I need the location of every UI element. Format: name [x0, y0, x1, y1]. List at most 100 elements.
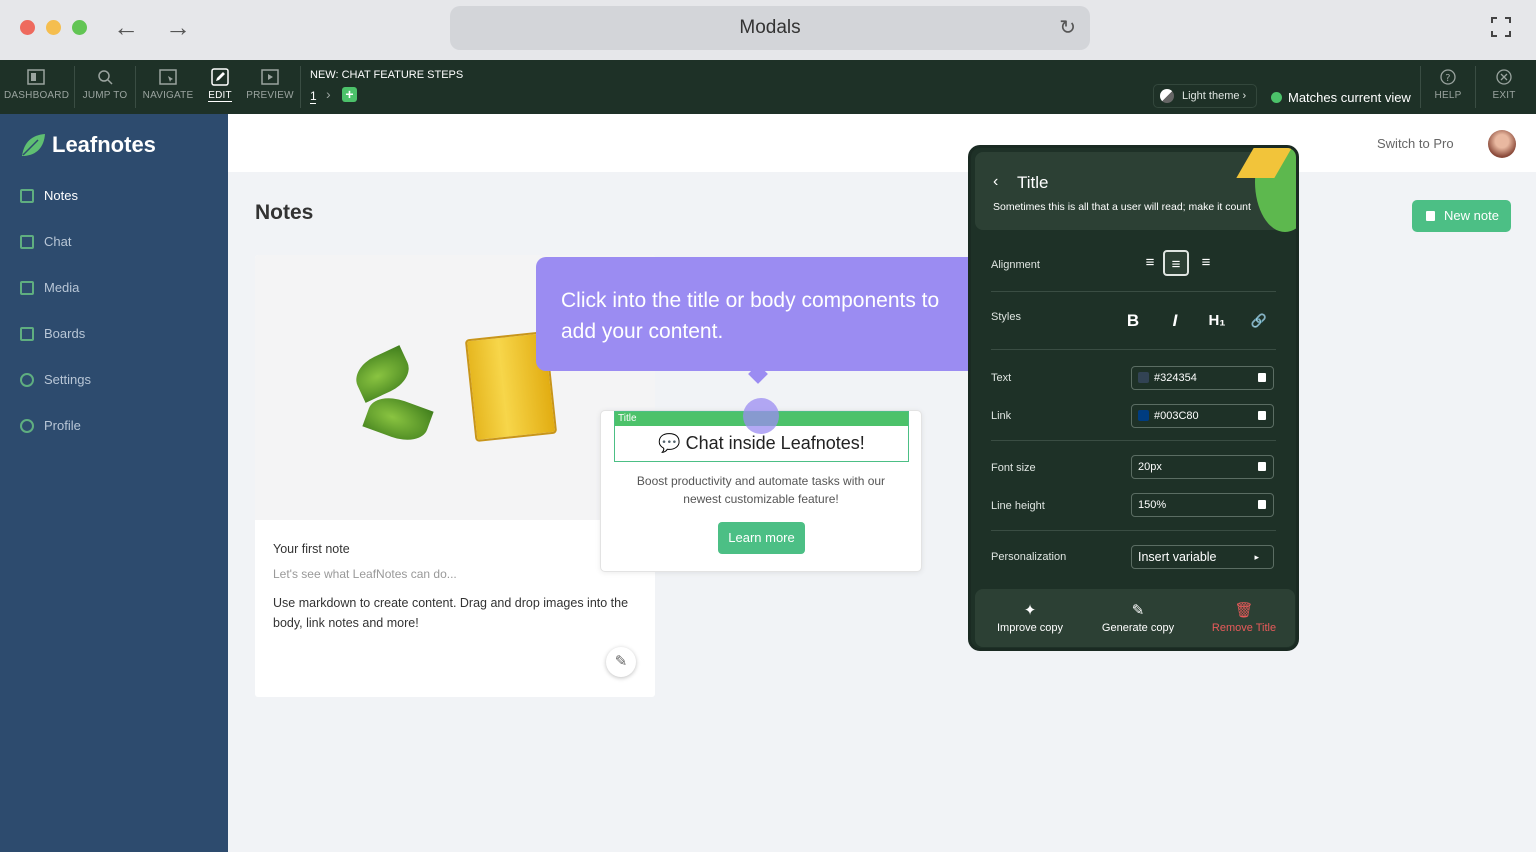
- sidebar-item-label: Notes: [44, 188, 78, 203]
- hotspot-beacon[interactable]: [743, 398, 779, 434]
- navigate-label: NAVIGATE: [142, 90, 194, 101]
- reload-icon[interactable]: ↻: [1059, 6, 1076, 50]
- note-subtitle: Let's see what LeafNotes can do...: [273, 567, 457, 581]
- modal-body[interactable]: Boost productivity and automate tasks wi…: [621, 472, 901, 508]
- insert-variable-label: Insert variable: [1138, 550, 1217, 564]
- minimize-window-dot[interactable]: [46, 20, 61, 35]
- heading-icon[interactable]: H₁: [1205, 309, 1229, 333]
- caret-right-icon: ▸: [1254, 552, 1259, 562]
- back-icon[interactable]: ‹: [993, 173, 998, 191]
- edit-icon: ✎: [1131, 602, 1145, 619]
- generate-copy-button[interactable]: ✎ Generate copy: [1088, 601, 1188, 634]
- preview-button[interactable]: PREVIEW: [245, 60, 295, 114]
- match-label: Matches current view: [1288, 90, 1411, 105]
- sidebar-item-settings[interactable]: Settings: [20, 370, 91, 390]
- divider: [991, 530, 1276, 531]
- dashboard-icon: [27, 69, 45, 85]
- sidebar-item-label: Chat: [44, 234, 72, 249]
- remove-title-button[interactable]: 🗑 Remove Title: [1194, 601, 1294, 634]
- lock-icon[interactable]: [1258, 373, 1266, 382]
- divider: [991, 349, 1276, 350]
- styles-label: Styles: [991, 311, 1021, 323]
- alignment-label: Alignment: [991, 259, 1040, 271]
- modal-title[interactable]: 💬 Chat inside Leafnotes!: [615, 433, 908, 454]
- sidebar-item-boards[interactable]: Boards: [20, 324, 85, 344]
- learn-more-button[interactable]: Learn more: [718, 522, 805, 554]
- color-swatch: [1138, 372, 1149, 383]
- remove-title-label: Remove Title: [1211, 622, 1277, 634]
- close-icon: [1496, 69, 1512, 85]
- fullscreen-icon[interactable]: [1490, 16, 1512, 38]
- sidebar-item-notes[interactable]: Notes: [20, 186, 78, 206]
- help-label: HELP: [1434, 90, 1462, 101]
- new-note-label: New note: [1444, 208, 1499, 223]
- chat-modal-preview: Title 💬 Chat inside Leafnotes! Boost pro…: [600, 410, 922, 572]
- help-button[interactable]: ? HELP: [1428, 60, 1468, 114]
- note-title: Your first note: [273, 542, 350, 556]
- app-sidebar: Leafnotes Notes Chat Media Boards Settin…: [0, 114, 228, 852]
- add-step-button[interactable]: +: [342, 87, 357, 102]
- improve-copy-button[interactable]: ✦ Improve copy: [980, 601, 1080, 634]
- brand-logo[interactable]: Leafnotes: [20, 130, 156, 160]
- jump-to-button[interactable]: JUMP TO: [80, 60, 130, 114]
- guide-tooltip: Click into the title or body components …: [536, 257, 985, 384]
- edit-button[interactable]: EDIT: [203, 60, 237, 114]
- help-icon: ?: [1440, 69, 1456, 85]
- text-color-label: Text: [991, 372, 1012, 384]
- bold-icon[interactable]: B: [1121, 309, 1145, 333]
- panel-header: ‹ Title Sometimes this is all that a use…: [975, 148, 1296, 232]
- edit-note-button[interactable]: ✎: [606, 647, 636, 677]
- flow-title: NEW: CHAT FEATURE STEPS: [310, 69, 464, 81]
- line-height-label: Line height: [991, 500, 1045, 512]
- insert-variable-dropdown[interactable]: Insert variable ▸: [1131, 545, 1274, 569]
- page-tab-title: Modals: [739, 17, 801, 38]
- avatar[interactable]: [1488, 130, 1516, 158]
- align-center-icon[interactable]: ≡: [1163, 250, 1189, 276]
- trash-icon: 🗑: [1234, 602, 1254, 619]
- forward-arrow-icon[interactable]: →: [165, 13, 191, 41]
- line-height-field[interactable]: 150%: [1131, 493, 1274, 517]
- close-window-dot[interactable]: [20, 20, 35, 35]
- toolbar-divider: [1475, 66, 1476, 108]
- theme-selector[interactable]: Light theme ›: [1153, 84, 1258, 108]
- exit-button[interactable]: EXIT: [1484, 60, 1524, 114]
- back-arrow-icon[interactable]: ←: [113, 13, 139, 41]
- align-right-icon[interactable]: ≡: [1193, 250, 1219, 276]
- align-left-icon[interactable]: ≡: [1137, 250, 1163, 276]
- panel-footer: ✦ Improve copy ✎ Generate copy 🗑 Remove …: [975, 589, 1295, 647]
- switch-to-pro-link[interactable]: Switch to Pro: [1377, 136, 1454, 151]
- font-size-field[interactable]: 20px: [1131, 455, 1274, 479]
- chat-icon: [20, 235, 34, 249]
- lock-icon[interactable]: [1258, 411, 1266, 420]
- toolbar-divider: [135, 66, 136, 108]
- panel-description: Sometimes this is all that a user will r…: [993, 201, 1251, 213]
- brand-name: Leafnotes: [52, 132, 156, 157]
- theme-label: Light theme ›: [1182, 90, 1247, 102]
- link-icon[interactable]: 🔗: [1247, 309, 1271, 333]
- lock-icon[interactable]: [1258, 462, 1266, 471]
- maximize-window-dot[interactable]: [72, 20, 87, 35]
- editor-toolbar: DASHBOARD JUMP TO NAVIGATE EDIT PREVIEW …: [0, 60, 1536, 114]
- step-number[interactable]: 1: [310, 89, 317, 104]
- navigate-icon: [159, 69, 177, 85]
- personalization-label: Personalization: [991, 551, 1067, 563]
- text-color-field[interactable]: #324354: [1131, 366, 1274, 390]
- improve-copy-label: Improve copy: [996, 622, 1064, 634]
- new-note-button[interactable]: New note: [1412, 200, 1511, 232]
- address-bar[interactable]: Modals ↻: [450, 6, 1090, 50]
- note-icon: [1426, 211, 1435, 221]
- edit-icon: [211, 68, 229, 86]
- lock-icon[interactable]: [1258, 500, 1266, 509]
- sidebar-item-chat[interactable]: Chat: [20, 232, 71, 252]
- sidebar-item-media[interactable]: Media: [20, 278, 79, 298]
- sidebar-item-profile[interactable]: Profile: [20, 416, 81, 436]
- dashboard-button[interactable]: DASHBOARD: [4, 60, 69, 114]
- sidebar-item-label: Settings: [44, 372, 91, 387]
- navigate-button[interactable]: NAVIGATE: [141, 60, 195, 114]
- italic-icon[interactable]: I: [1163, 309, 1187, 333]
- browser-toolbar: ← → Modals ↻: [0, 0, 1536, 60]
- leaf-illustration: [349, 345, 416, 403]
- toolbar-divider: [1420, 66, 1421, 108]
- title-properties-panel: ‹ Title Sometimes this is all that a use…: [968, 145, 1299, 651]
- link-color-field[interactable]: #003C80: [1131, 404, 1274, 428]
